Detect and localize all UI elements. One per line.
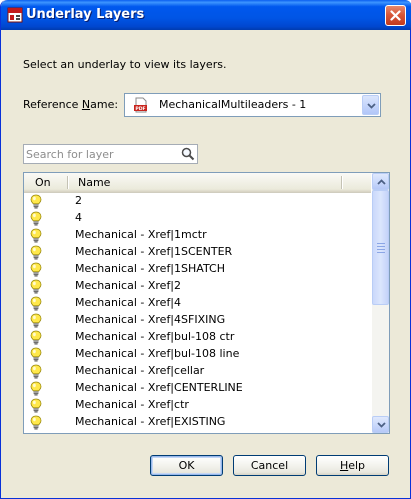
thumb-grip [377, 243, 385, 244]
scroll-up-button[interactable] [372, 173, 389, 190]
list-header: On Name [24, 173, 371, 193]
layer-name: Mechanical - Xref|1mctr [75, 228, 207, 241]
lightbulb-icon[interactable] [30, 364, 42, 379]
lightbulb-icon[interactable] [30, 279, 42, 294]
layer-name: 2 [75, 194, 82, 207]
lightbulb-icon[interactable] [30, 415, 42, 430]
close-icon [390, 10, 401, 21]
list-item[interactable]: Mechanical - Xref|CENTERLINE [24, 380, 371, 397]
reference-name-select[interactable]: PDF MechanicalMultileaders - 1 [124, 93, 381, 117]
thumb-grip [377, 249, 385, 250]
list-item[interactable]: 2 [24, 193, 371, 210]
list-item[interactable]: Mechanical - Xref|2 [24, 278, 371, 295]
layer-name: Mechanical - Xref|1SCENTER [75, 245, 233, 258]
layer-name: Mechanical - Xref|CENTERLINE [75, 381, 243, 394]
lightbulb-icon[interactable] [30, 194, 42, 209]
layer-name: Mechanical - Xref|cellar [75, 364, 205, 377]
layer-list[interactable]: On Name 2 4 Mechanical - Xref|1mctr Mechani… [23, 172, 390, 434]
layer-rows: 2 4 Mechanical - Xref|1mctr Mechanical - Xr… [24, 193, 371, 431]
svg-text:PDF: PDF [135, 106, 145, 112]
scroll-down-button[interactable] [372, 416, 389, 433]
cancel-button[interactable]: Cancel [233, 455, 306, 476]
layer-name: Mechanical - Xref|1SHATCH [75, 262, 225, 275]
lightbulb-icon[interactable] [30, 211, 42, 226]
chevron-up-icon [377, 179, 386, 185]
window-title: Underlay Layers [26, 7, 145, 22]
list-item[interactable]: Mechanical - Xref|ctr [24, 397, 371, 414]
list-item[interactable]: Mechanical - Xref|bul-108 ctr [24, 329, 371, 346]
chevron-down-icon [377, 422, 386, 428]
close-button[interactable] [385, 5, 406, 26]
reference-name-label: Reference Name: [23, 98, 118, 111]
lightbulb-icon[interactable] [30, 262, 42, 277]
help-rest: elp [348, 459, 366, 472]
list-item[interactable]: Mechanical - Xref|4SFIXING [24, 312, 371, 329]
lightbulb-icon[interactable] [30, 296, 42, 311]
pdf-icon: PDF [134, 97, 147, 113]
column-divider[interactable] [341, 176, 342, 189]
layer-name: 4 [75, 211, 82, 224]
lightbulb-icon[interactable] [30, 245, 42, 260]
lightbulb-icon[interactable] [30, 381, 42, 396]
list-item[interactable]: Mechanical - Xref|1SCENTER [24, 244, 371, 261]
column-header-name[interactable]: Name [78, 176, 110, 189]
layer-name: Mechanical - Xref|bul-108 line [75, 347, 240, 360]
list-item[interactable]: Mechanical - Xref|EXISTING [24, 414, 371, 431]
vertical-scrollbar[interactable] [372, 173, 389, 433]
layer-name: Mechanical - Xref|2 [75, 279, 182, 292]
help-accel: H [339, 459, 349, 472]
lightbulb-icon[interactable] [30, 398, 42, 413]
reference-label-accel: N [81, 98, 91, 111]
column-divider[interactable] [67, 176, 68, 189]
list-item[interactable]: Mechanical - Xref|cellar [24, 363, 371, 380]
list-item[interactable]: Mechanical - Xref|1SHATCH [24, 261, 371, 278]
lightbulb-icon[interactable] [30, 330, 42, 345]
search-icon[interactable] [181, 147, 195, 161]
list-item[interactable]: Mechanical - Xref|bul-108 line [24, 346, 371, 363]
lightbulb-icon[interactable] [30, 228, 42, 243]
lightbulb-icon[interactable] [30, 347, 42, 362]
layer-name: Mechanical - Xref|4SFIXING [75, 313, 226, 326]
reference-label-suffix: ame: [90, 98, 119, 111]
list-item[interactable]: Mechanical - Xref|4 [24, 295, 371, 312]
help-button[interactable]: Help [316, 455, 389, 476]
ok-button[interactable]: OK [150, 455, 223, 476]
list-item[interactable]: 4 [24, 210, 371, 227]
chevron-down-icon [367, 103, 376, 109]
layer-search-input[interactable] [26, 146, 176, 162]
column-header-on[interactable]: On [35, 176, 51, 189]
thumb-grip [377, 252, 385, 253]
layer-name: Mechanical - Xref|bul-108 ctr [75, 330, 235, 343]
layer-search-box[interactable] [23, 144, 198, 164]
lightbulb-icon[interactable] [30, 313, 42, 328]
list-item[interactable]: Mechanical - Xref|1mctr [24, 227, 371, 244]
dropdown-button[interactable] [362, 95, 379, 115]
layer-name: Mechanical - Xref|ctr [75, 398, 189, 411]
title-bar[interactable]: Underlay Layers [1, 0, 411, 30]
layer-name: Mechanical - Xref|EXISTING [75, 415, 226, 428]
reference-name-value: MechanicalMultileaders - 1 [159, 98, 307, 111]
thumb-grip [377, 246, 385, 247]
scroll-thumb[interactable] [372, 190, 389, 305]
reference-label-prefix: Reference [23, 98, 82, 111]
underlay-layers-dialog: Underlay Layers Select an underlay to vi… [0, 0, 411, 499]
layer-name: Mechanical - Xref|4 [75, 296, 182, 309]
app-icon [7, 7, 23, 23]
instruction-text: Select an underlay to view its layers. [23, 58, 227, 71]
